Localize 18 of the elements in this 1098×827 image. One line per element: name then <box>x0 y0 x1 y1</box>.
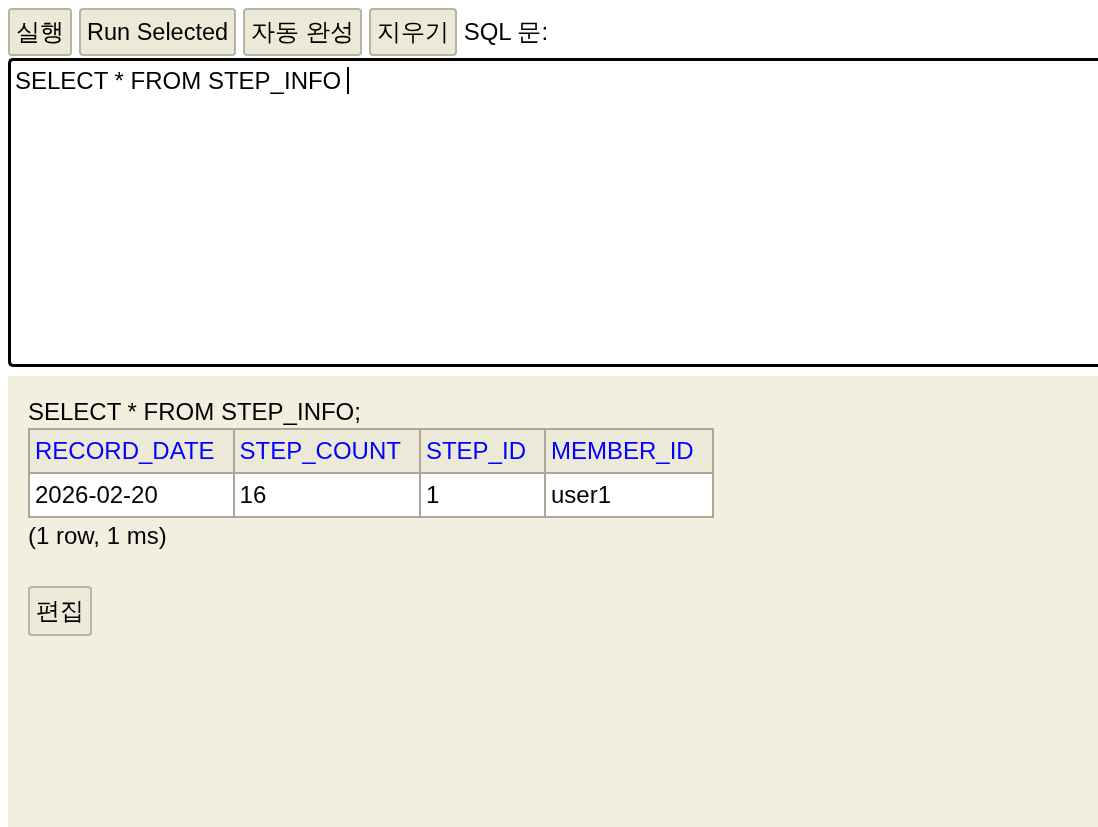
toolbar-button[interactable]: 자동 완성 <box>243 8 362 56</box>
text-cursor-icon <box>347 67 350 94</box>
toolbar-button[interactable]: 실행 <box>8 8 72 56</box>
table-cell: 2026-02-20 <box>29 473 234 517</box>
column-header[interactable]: RECORD_DATE <box>29 429 234 473</box>
result-summary: (1 row, 1 ms) <box>28 522 168 550</box>
edit-button[interactable]: 편집 <box>28 586 92 636</box>
result-statement: SELECT * FROM STEP_INFO; <box>28 398 362 426</box>
table-cell: 16 <box>233 473 420 517</box>
sql-label: SQL 문: <box>463 18 549 46</box>
toolbar-button[interactable]: Run Selected <box>79 8 237 56</box>
table-cell: user1 <box>544 473 713 517</box>
column-header[interactable]: STEP_COUNT <box>233 429 420 473</box>
column-header[interactable]: MEMBER_ID <box>544 429 713 473</box>
column-header[interactable]: STEP_ID <box>419 429 545 473</box>
sql-editor[interactable]: SELECT * FROM STEP_INFO <box>8 58 1098 367</box>
table-cell: 1 <box>419 473 545 517</box>
toolbar-button[interactable]: 지우기 <box>368 8 457 56</box>
